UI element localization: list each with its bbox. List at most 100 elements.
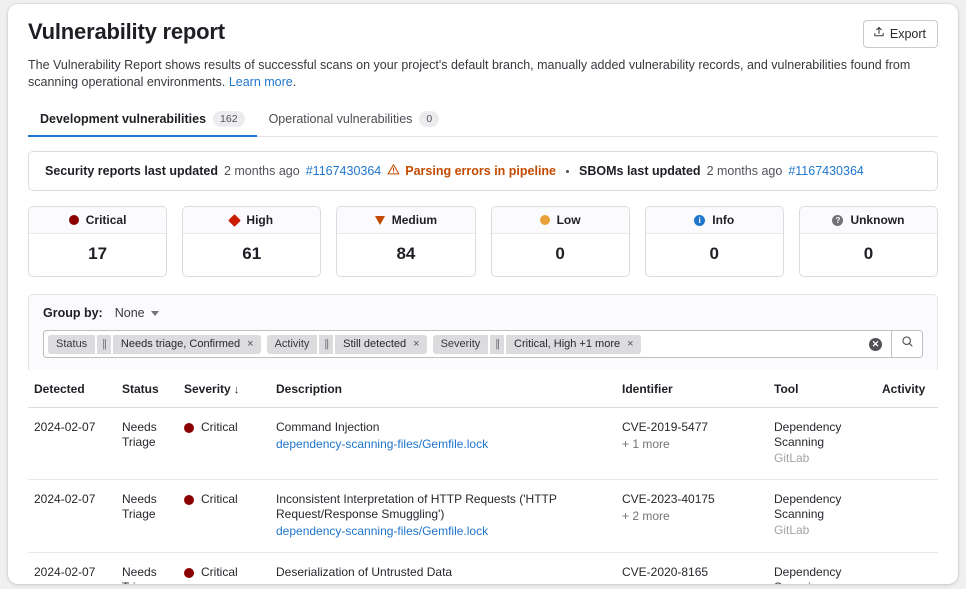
cell-description-file-link[interactable]: dependency-scanning-files/Gemfile.lock: [276, 437, 610, 452]
severity-card-medium-header: Medium: [337, 207, 475, 234]
column-header-severity[interactable]: Severity ↓: [178, 370, 270, 408]
cell-description: Deserialization of Untrusted Data depend…: [270, 552, 616, 584]
severity-critical-icon: [68, 215, 79, 225]
column-header-detected-label: Detected: [34, 382, 85, 396]
security-reports-label: Security reports last updated: [45, 164, 218, 178]
filter-token-status-value-text: Needs triage, Confirmed: [120, 337, 241, 350]
column-header-detected[interactable]: Detected: [28, 370, 116, 408]
severity-card-medium[interactable]: Medium 84: [336, 206, 476, 277]
column-header-activity-label: Activity: [882, 382, 926, 396]
group-by-select[interactable]: None: [112, 305, 162, 321]
cell-identifier: CVE-2020-8165 + 1 more: [616, 552, 768, 584]
search-button[interactable]: [891, 331, 922, 357]
report-content: Vulnerability report Export The Vulnerab…: [8, 4, 958, 584]
cell-activity: [876, 479, 938, 553]
filter-token-list: Status || Needs triage, Confirmed × Acti…: [44, 331, 865, 357]
filter-token-severity-value-text: Critical, High +1 more: [514, 337, 621, 350]
banner-separator-dot: [566, 169, 570, 173]
cell-identifier-more[interactable]: + 1 more: [622, 437, 762, 452]
filtered-search-bar[interactable]: Status || Needs triage, Confirmed × Acti…: [43, 330, 923, 358]
severity-card-high-value: 61: [242, 244, 262, 263]
cell-tool-name: Dependency Scanning: [774, 565, 842, 584]
cell-status: Needs Triage: [116, 407, 178, 480]
severity-card-info-value: 0: [709, 244, 719, 263]
table-row[interactable]: 2024-02-07 Needs Triage Critical Inconsi…: [28, 479, 938, 553]
cell-description-file-link[interactable]: dependency-scanning-files/Gemfile.lock: [276, 582, 610, 584]
cell-description-title[interactable]: Command Injection: [276, 420, 379, 434]
tab-development-vulnerabilities-count: 162: [213, 111, 245, 127]
cell-tool-name: Dependency Scanning: [774, 420, 842, 449]
severity-card-low[interactable]: Low 0: [490, 206, 630, 277]
cell-description-file-link[interactable]: dependency-scanning-files/Gemfile.lock: [276, 524, 610, 539]
filter-token-status-operator: ||: [95, 334, 113, 354]
security-reports-time: 2 months ago: [223, 164, 300, 178]
sort-descending-icon: ↓: [233, 384, 240, 396]
table-header-row: Detected Status Severity ↓ Description Id…: [28, 370, 938, 408]
severity-card-info-header: i Info: [645, 207, 783, 234]
severity-card-high[interactable]: High 61: [182, 206, 322, 277]
filter-token-activity-value: Still detected ×: [335, 334, 427, 354]
tab-operational-vulnerabilities-count: 0: [419, 111, 440, 127]
filter-token-severity-operator: ||: [488, 334, 507, 354]
tab-operational-vulnerabilities[interactable]: Operational vulnerabilities 0: [257, 105, 452, 136]
page-title: Vulnerability report: [28, 19, 225, 44]
cell-severity: Critical: [178, 407, 270, 480]
filter-token-severity[interactable]: Severity || Critical, High +1 more ×: [432, 334, 641, 354]
column-header-description[interactable]: Description: [270, 370, 616, 408]
upload-icon: [873, 26, 885, 42]
clear-filters-button[interactable]: ✕: [865, 331, 891, 357]
column-header-identifier[interactable]: Identifier: [616, 370, 768, 408]
cell-tool: Dependency Scanning GitLab: [768, 479, 876, 553]
column-header-tool-label: Tool: [774, 382, 799, 396]
group-by-row: Group by: None: [43, 305, 923, 321]
report-description: The Vulnerability Report shows results o…: [28, 57, 933, 91]
cell-detected: 2024-02-07: [28, 552, 116, 584]
cell-identifier-value: CVE-2020-8165: [622, 565, 709, 579]
severity-card-unknown[interactable]: ? Unknown 0: [798, 206, 939, 277]
table-row[interactable]: 2024-02-07 Needs Triage Critical Deseria…: [28, 552, 938, 584]
warning-triangle-icon: [387, 163, 400, 179]
filter-token-severity-value: Critical, High +1 more ×: [506, 334, 641, 354]
severity-card-critical[interactable]: Critical 17: [28, 206, 168, 277]
cell-identifier-value: CVE-2023-40175: [622, 492, 715, 506]
cell-severity-label: Critical: [201, 420, 238, 434]
cell-description-title[interactable]: Inconsistent Interpretation of HTTP Requ…: [276, 492, 557, 521]
filter-token-severity-remove-icon[interactable]: ×: [627, 338, 633, 350]
page-root: Vulnerability report Export The Vulnerab…: [0, 0, 966, 589]
severity-summary-row: Critical 17 High 61 Medium 84 Low 0 i In…: [28, 206, 939, 277]
sbom-time: 2 months ago: [706, 164, 783, 178]
cell-description-title[interactable]: Deserialization of Untrusted Data: [276, 565, 452, 579]
filter-token-status-value: Needs triage, Confirmed ×: [112, 334, 261, 354]
cell-identifier-more[interactable]: + 2 more: [622, 509, 762, 524]
search-icon: [901, 335, 914, 353]
severity-medium-icon: [374, 215, 385, 225]
filter-token-status[interactable]: Status || Needs triage, Confirmed ×: [48, 334, 261, 354]
column-header-activity[interactable]: Activity: [876, 370, 938, 408]
sbom-pipeline-link[interactable]: #1167430364: [788, 164, 864, 178]
cell-identifier-more[interactable]: + 1 more: [622, 582, 762, 584]
filter-token-severity-key: Severity: [432, 334, 489, 354]
column-header-identifier-label: Identifier: [622, 382, 673, 396]
column-header-tool[interactable]: Tool: [768, 370, 876, 408]
severity-card-critical-label: Critical: [85, 213, 127, 227]
severity-card-info[interactable]: i Info 0: [644, 206, 784, 277]
table-row[interactable]: 2024-02-07 Needs Triage Critical Command…: [28, 407, 938, 480]
tab-list: Development vulnerabilities 162 Operatio…: [28, 105, 938, 137]
export-button[interactable]: Export: [862, 20, 938, 48]
filter-token-activity-remove-icon[interactable]: ×: [413, 338, 419, 350]
filter-token-activity[interactable]: Activity || Still detected ×: [266, 334, 427, 354]
severity-high-icon: [228, 213, 242, 227]
vulnerability-table-wrapper: Detected Status Severity ↓ Description Id…: [28, 370, 938, 584]
security-pipeline-link[interactable]: #1167430364: [306, 164, 382, 178]
cell-severity: Critical: [178, 479, 270, 553]
column-header-status[interactable]: Status: [116, 370, 178, 408]
cell-identifier: CVE-2019-5477 + 1 more: [616, 407, 768, 480]
filter-token-status-remove-icon[interactable]: ×: [247, 338, 253, 350]
cell-activity: [876, 407, 938, 480]
tab-development-vulnerabilities[interactable]: Development vulnerabilities 162: [28, 105, 257, 137]
cell-status: Needs Triage: [116, 552, 178, 584]
severity-card-unknown-header: ? Unknown: [799, 207, 938, 234]
learn-more-link[interactable]: Learn more: [229, 75, 293, 89]
parsing-errors-warning[interactable]: Parsing errors in pipeline: [387, 163, 556, 179]
export-button-label: Export: [889, 27, 926, 41]
